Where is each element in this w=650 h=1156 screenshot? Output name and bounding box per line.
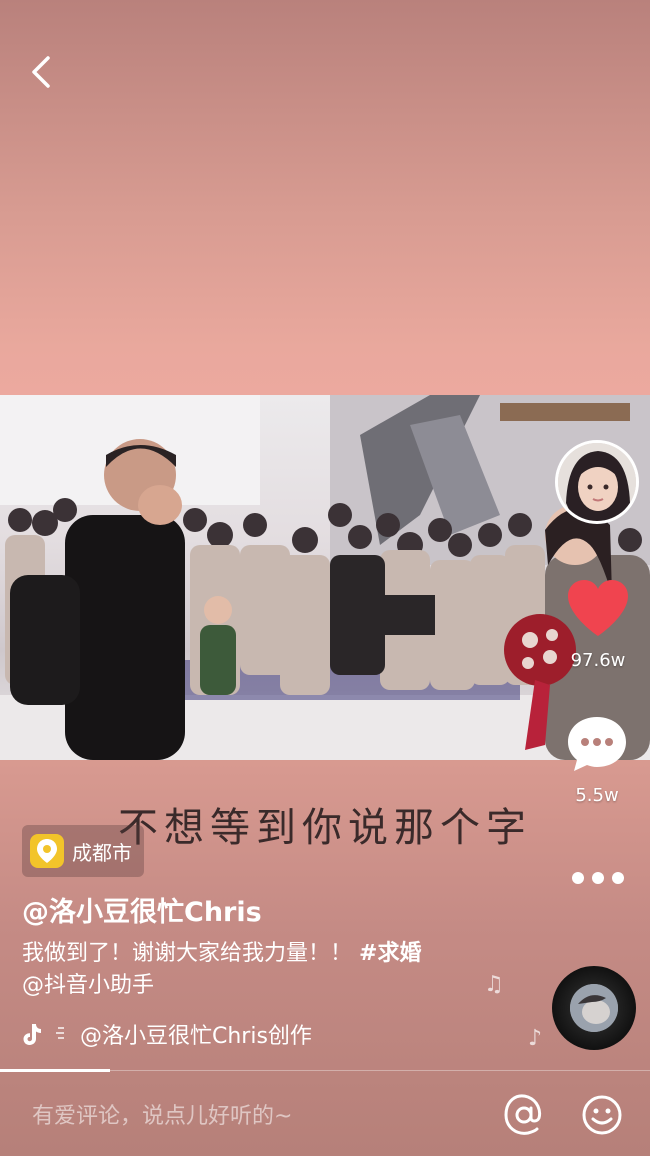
- music-cover-image: [570, 984, 618, 1032]
- mention-at-icon[interactable]: [502, 1093, 546, 1137]
- hashtag-link[interactable]: #求婚: [359, 941, 421, 966]
- avatar-image: [558, 443, 636, 521]
- comment-bubble-icon[interactable]: [566, 715, 628, 773]
- music-note-icon: ♫: [484, 972, 504, 997]
- video-scene: [0, 395, 650, 760]
- comment-count: 5.5w: [575, 785, 619, 806]
- music-note-icon: ♪: [528, 1026, 543, 1051]
- more-dots-icon[interactable]: [570, 868, 626, 888]
- emoji-icon[interactable]: [580, 1093, 624, 1137]
- creator-avatar[interactable]: [555, 440, 639, 524]
- video-frame[interactable]: [0, 395, 650, 760]
- location-label: 成都市: [72, 840, 132, 865]
- mention-link[interactable]: @抖音小助手: [22, 973, 154, 998]
- marquee-lines-icon: [56, 1027, 64, 1039]
- divider-indicator: [0, 1069, 110, 1072]
- music-title: @洛小豆很忙Chris创作: [80, 1024, 312, 1049]
- like-count: 97.6w: [570, 650, 626, 671]
- music-disc[interactable]: [552, 966, 636, 1050]
- description-text: 我做到了！谢谢大家给我力量！！: [22, 941, 353, 966]
- author-handle[interactable]: @洛小豆很忙Chris: [22, 890, 262, 929]
- like-heart-icon[interactable]: [566, 578, 630, 638]
- tiktok-music-icon: [23, 1024, 41, 1045]
- comment-input[interactable]: 有爱评论，说点儿好听的~: [32, 1098, 292, 1130]
- location-pin-icon: [30, 834, 64, 868]
- music-row[interactable]: @洛小豆很忙Chris创作: [22, 1018, 312, 1050]
- video-description: 我做到了！谢谢大家给我力量！！ #求婚 @抖音小助手: [22, 938, 522, 1002]
- location-tag[interactable]: 成都市: [22, 825, 144, 877]
- back-chevron-icon[interactable]: [22, 52, 62, 92]
